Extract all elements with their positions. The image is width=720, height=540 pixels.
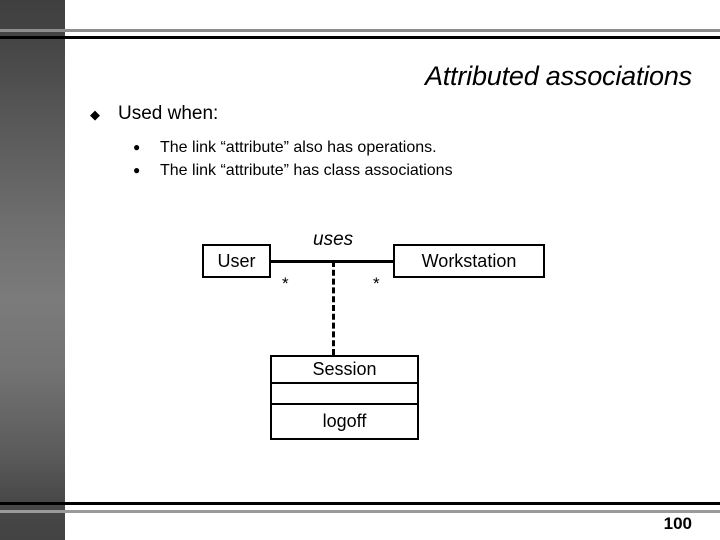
footer-rule-gray bbox=[0, 510, 720, 513]
class-name-user: User bbox=[217, 250, 256, 271]
class-name-session: Session bbox=[272, 357, 417, 384]
bullet-level2-label: The link “attribute” has class associati… bbox=[160, 162, 453, 179]
class-box-user[interactable]: User bbox=[202, 244, 271, 278]
class-operations-session: logoff bbox=[322, 411, 367, 431]
page-number: 100 bbox=[663, 514, 692, 533]
diamond-bullet-icon: ◆ bbox=[90, 107, 100, 122]
class-attributes-session bbox=[272, 384, 417, 405]
multiplicity-workstation-end: * bbox=[373, 274, 380, 293]
association-label-uses: uses bbox=[313, 229, 354, 250]
association-class-box-session[interactable]: Session logoff bbox=[270, 355, 419, 440]
bullet-level1-label: Used when: bbox=[118, 103, 219, 124]
footer-rule-black bbox=[0, 502, 720, 505]
header-rule-black bbox=[0, 36, 720, 39]
decorative-sidebar bbox=[0, 0, 65, 540]
association-class-dashed-link bbox=[332, 261, 335, 355]
class-name-workstation: Workstation bbox=[421, 250, 517, 271]
multiplicity-user-end: * bbox=[282, 274, 289, 293]
slide-canvas: Attributed associations ◆ Used when: ● T… bbox=[0, 0, 720, 540]
slide-title: Attributed associations bbox=[424, 61, 692, 91]
class-box-workstation[interactable]: Workstation bbox=[393, 244, 545, 278]
round-bullet-icon: ● bbox=[133, 163, 141, 177]
bullet-level1: ◆ Used when: bbox=[88, 101, 648, 127]
bullet-level2: ● The link “attribute” has class associa… bbox=[88, 159, 648, 182]
bullet-level2-label: The link “attribute” also has operations… bbox=[160, 139, 437, 156]
bullet-level2: ● The link “attribute” also has operatio… bbox=[88, 136, 648, 159]
association-line bbox=[269, 260, 395, 263]
round-bullet-icon: ● bbox=[133, 140, 141, 154]
slide-body: ◆ Used when: ● The link “attribute” also… bbox=[88, 101, 648, 182]
header-rule-gray bbox=[0, 29, 720, 32]
